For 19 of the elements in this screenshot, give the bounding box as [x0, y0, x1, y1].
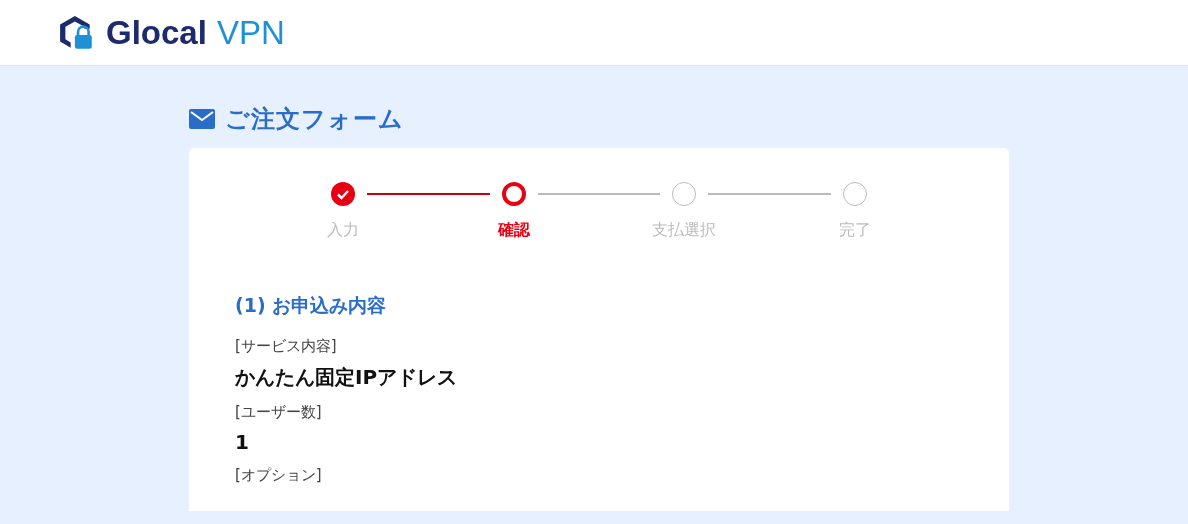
logo[interactable]: Glocal VPN	[58, 13, 285, 52]
field-label: [サービス内容]	[235, 337, 338, 356]
field-value: 1	[235, 430, 250, 454]
field-label: [ユーザー数]	[235, 403, 323, 422]
step-label: 入力	[327, 220, 359, 241]
step-label: 確認	[497, 220, 530, 241]
section-heading: (1) お申込み内容	[235, 293, 388, 318]
field-value: かんたん固定IPアドレス	[235, 364, 459, 391]
field-label: [オプション]	[235, 466, 323, 485]
page-title: ご注文フォーム	[225, 104, 404, 135]
completed-step-icon	[331, 182, 355, 206]
step-label: 支払選択	[652, 220, 717, 241]
step-circle	[501, 182, 526, 206]
step-circle	[672, 182, 697, 206]
envelope-icon	[189, 109, 215, 129]
step-circle	[843, 182, 867, 206]
logo-text: Glocal	[106, 13, 207, 52]
logo-text: VPN	[216, 13, 285, 52]
step-label: 完了	[839, 220, 871, 241]
